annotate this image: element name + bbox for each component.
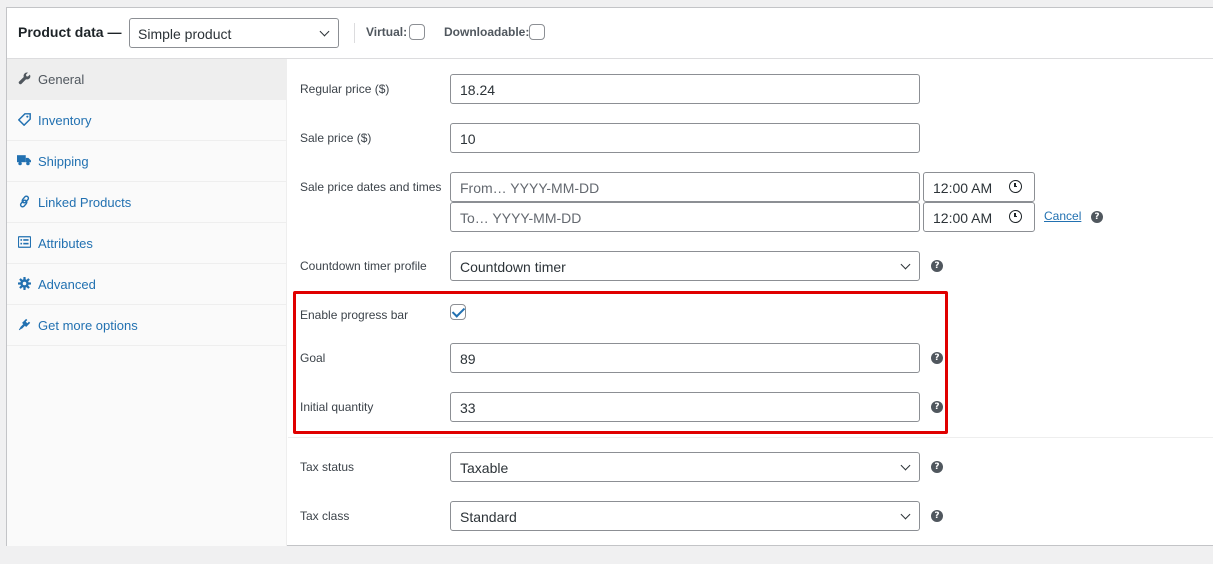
tag-icon — [17, 112, 31, 126]
sale-date-from-placeholder: From… YYYY-MM-DD — [460, 180, 600, 196]
clock-icon[interactable] — [1009, 210, 1022, 223]
tab-label: Get more options — [38, 318, 138, 333]
help-icon[interactable]: ? — [931, 401, 943, 413]
initial-quantity-value: 33 — [460, 400, 476, 416]
tab-get-more-options[interactable]: Get more options — [7, 305, 287, 346]
chevron-down-icon — [900, 509, 911, 520]
product-data-header: Product data — Simple product Virtual: D… — [7, 8, 1213, 59]
help-icon[interactable]: ? — [931, 510, 943, 522]
regular-price-value: 18.24 — [460, 82, 496, 98]
tab-label: Advanced — [38, 277, 96, 292]
tab-label: General — [38, 72, 85, 87]
help-icon[interactable]: ? — [931, 352, 943, 364]
sale-price-label: Sale price ($) — [300, 131, 372, 145]
wrench-icon — [17, 71, 31, 85]
product-type-value: Simple product — [138, 26, 232, 42]
regular-price-label: Regular price ($) — [300, 82, 390, 96]
enable-progress-bar-label: Enable progress bar — [300, 308, 409, 322]
sale-time-from-value: 12:00 AM — [933, 180, 993, 196]
sale-dates-label: Sale price dates and times — [300, 180, 442, 194]
sale-date-from-input[interactable]: From… YYYY-MM-DD — [450, 172, 920, 202]
initial-quantity-label: Initial quantity — [300, 400, 374, 414]
list-icon — [17, 235, 31, 249]
goal-value: 89 — [460, 351, 476, 367]
tab-label: Linked Products — [38, 195, 132, 210]
product-type-select[interactable]: Simple product — [129, 18, 339, 48]
section-divider — [288, 437, 1213, 438]
sale-time-to-value: 12:00 AM — [933, 210, 993, 226]
tax-status-value: Taxable — [460, 460, 509, 476]
header-divider — [354, 23, 355, 43]
tab-inventory[interactable]: Inventory — [7, 100, 287, 141]
truck-icon — [17, 153, 31, 167]
countdown-profile-select[interactable]: Countdown timer — [450, 251, 920, 281]
tax-class-select[interactable]: Standard — [450, 501, 920, 531]
sale-date-to-input[interactable]: To… YYYY-MM-DD — [450, 202, 920, 232]
help-icon[interactable]: ? — [931, 260, 943, 272]
enable-progress-bar-checkbox[interactable] — [450, 304, 466, 320]
tax-class-label: Tax class — [300, 509, 350, 523]
product-data-tabs: General Inventory Shipping Linked Produc… — [7, 59, 287, 546]
chevron-down-icon — [900, 460, 911, 471]
downloadable-checkbox[interactable] — [529, 24, 545, 40]
chevron-down-icon — [900, 259, 911, 270]
goal-label: Goal — [300, 351, 326, 365]
link-icon — [17, 194, 31, 208]
tab-label: Attributes — [38, 236, 93, 251]
gear-icon — [17, 276, 31, 290]
help-icon[interactable]: ? — [931, 461, 943, 473]
sale-date-to-placeholder: To… YYYY-MM-DD — [460, 210, 582, 226]
plugin-icon — [17, 317, 31, 331]
tax-status-label: Tax status — [300, 460, 355, 474]
goal-input[interactable]: 89 — [450, 343, 920, 373]
tab-general[interactable]: General — [7, 59, 287, 100]
tab-label: Inventory — [38, 113, 92, 128]
downloadable-label: Downloadable: — [444, 25, 530, 39]
sale-time-from-input[interactable]: 12:00 AM — [923, 172, 1035, 202]
help-icon[interactable]: ? — [1091, 211, 1103, 223]
initial-quantity-input[interactable]: 33 — [450, 392, 920, 422]
chevron-down-icon — [319, 26, 330, 37]
sale-time-to-input[interactable]: 12:00 AM — [923, 202, 1035, 232]
tab-advanced[interactable]: Advanced — [7, 264, 287, 305]
tax-status-select[interactable]: Taxable — [450, 452, 920, 482]
virtual-label: Virtual: — [366, 25, 408, 39]
tab-linked-products[interactable]: Linked Products — [7, 182, 287, 223]
regular-price-input[interactable]: 18.24 — [450, 74, 920, 104]
cancel-schedule-link[interactable]: Cancel — [1044, 209, 1081, 223]
product-data-title: Product data — — [18, 24, 122, 40]
tab-attributes[interactable]: Attributes — [7, 223, 287, 264]
countdown-profile-label: Countdown timer profile — [300, 259, 427, 273]
tab-shipping[interactable]: Shipping — [7, 141, 287, 182]
tax-class-value: Standard — [460, 509, 517, 525]
countdown-profile-value: Countdown timer — [460, 259, 566, 275]
sale-price-value: 10 — [460, 131, 476, 147]
clock-icon[interactable] — [1009, 180, 1022, 193]
virtual-checkbox[interactable] — [409, 24, 425, 40]
sale-price-input[interactable]: 10 — [450, 123, 920, 153]
tab-label: Shipping — [38, 154, 89, 169]
product-data-panel: Product data — Simple product Virtual: D… — [6, 7, 1213, 546]
